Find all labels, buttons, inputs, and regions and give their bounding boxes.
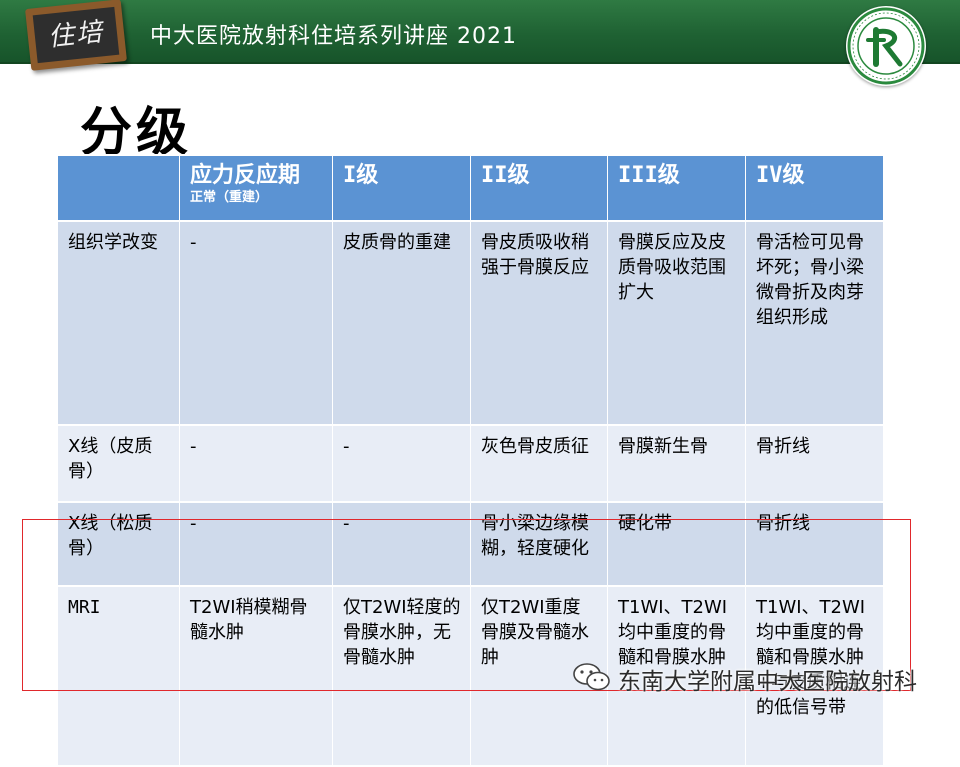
table-cell: - — [179, 220, 333, 426]
hospital-logo — [846, 6, 926, 86]
table-cell: 骨膜反应及皮质骨吸收范围扩大 — [607, 220, 746, 426]
table-cell: 骨折线 — [745, 424, 884, 503]
table-cell: 皮质骨的重建 — [332, 220, 471, 426]
row-label: X线（皮质骨） — [57, 424, 180, 503]
header-cell-stress-reaction: 应力反应期 正常（重建） — [179, 154, 333, 222]
header-label: 应力反应期 — [190, 163, 301, 188]
wechat-icon — [573, 663, 610, 691]
header-label: I级 — [343, 163, 379, 188]
banner-title: 中大医院放射科住培系列讲座 2021 — [150, 24, 517, 49]
watermark-text: 东南大学附属中大医院放射科 — [618, 669, 917, 695]
table-cell: 灰色骨皮质征 — [470, 424, 608, 503]
header-cell-grade-4: IV级 — [745, 154, 884, 222]
table-row-xray-cortical: X线（皮质骨） - - 灰色骨皮质征 骨膜新生骨 骨折线 — [57, 424, 884, 503]
table-cell: - — [179, 424, 333, 503]
chalkboard-logo: 住培 — [25, 0, 127, 71]
header-cell-empty — [57, 154, 180, 222]
hospital-seal-icon — [847, 7, 925, 85]
table-row-histology: 组织学改变 - 皮质骨的重建 骨皮质吸收稍强于骨膜反应 骨膜反应及皮质骨吸收范围… — [57, 220, 884, 426]
header-cell-grade-3: III级 — [607, 154, 746, 222]
header-cell-grade-1: I级 — [332, 154, 471, 222]
header-label: III级 — [618, 163, 680, 188]
chalkboard-text: 住培 — [32, 6, 120, 64]
table-cell: 骨皮质吸收稍强于骨膜反应 — [470, 220, 608, 426]
table-header-row: 应力反应期 正常（重建） I级 II级 III级 IV级 — [57, 154, 884, 222]
header-label: IV级 — [756, 163, 805, 188]
table-cell: - — [332, 424, 471, 503]
wechat-watermark: 东南大学附属中大医院放射科 — [572, 660, 942, 695]
table-cell: 骨膜新生骨 — [607, 424, 746, 503]
row-label: 组织学改变 — [57, 220, 180, 426]
header-label: II级 — [481, 163, 530, 188]
table-cell: 骨活检可见骨坏死；骨小梁微骨折及肉芽组织形成 — [745, 220, 884, 426]
header-cell-grade-2: II级 — [470, 154, 608, 222]
title-banner: 住培 中大医院放射科住培系列讲座 2021 — [0, 0, 960, 71]
header-sublabel: 正常（重建） — [190, 190, 269, 205]
